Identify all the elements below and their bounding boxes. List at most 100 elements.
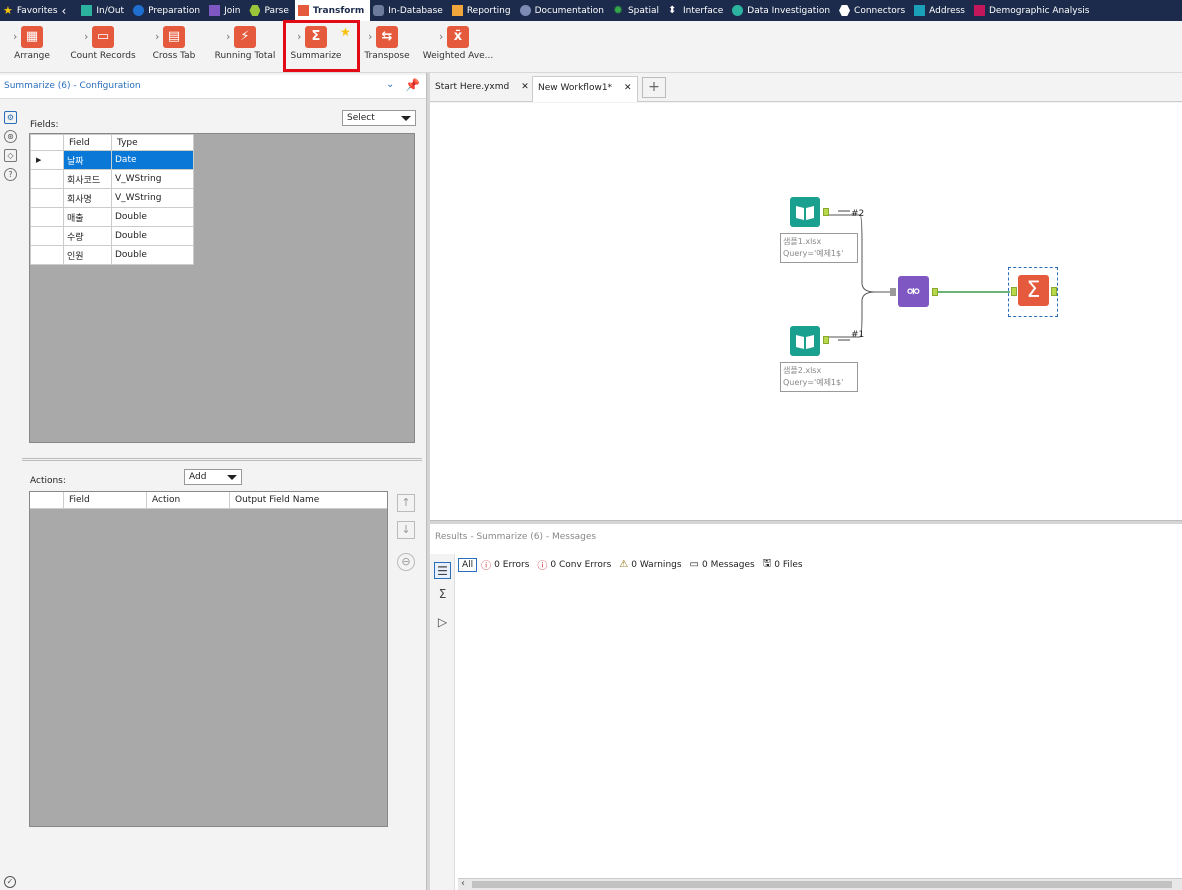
fields-header-row: Field Type <box>30 134 194 151</box>
panel-splitter[interactable] <box>22 458 422 461</box>
close-icon[interactable]: ✕ <box>624 83 632 93</box>
filter-all-button[interactable]: All <box>458 557 478 572</box>
category-transform[interactable]: Transform <box>294 0 371 21</box>
actions-grid: Field Action Output Field Name <box>29 491 388 827</box>
pin-icon[interactable]: 📌 <box>405 78 420 92</box>
input-tool-1[interactable] <box>790 197 820 227</box>
filter-messages[interactable]: ▭ 0 Messages <box>690 559 755 570</box>
filter-files[interactable]: 🖫 0 Files <box>763 556 803 573</box>
summarize-output-anchor[interactable] <box>1051 287 1057 296</box>
fields-grid: Field Type ▶ 날짜 Date 회사코드 V_WString 회사명 … <box>29 133 415 443</box>
file-icon: 🖫 <box>762 558 772 569</box>
report-icon <box>451 5 463 16</box>
tag-shape-icon[interactable]: ▷ <box>434 614 451 631</box>
summarize-input-anchor[interactable] <box>1011 287 1017 296</box>
union-icon: ⚮ <box>906 282 921 301</box>
folder-icon <box>81 5 93 16</box>
tab-new-workflow[interactable]: New Workflow1* ✕ <box>532 76 638 102</box>
category-data-investigation[interactable]: Data Investigation <box>729 0 836 21</box>
message-icon: ▭ <box>689 559 699 570</box>
tool-count-records[interactable]: ▭ Count Records <box>67 24 139 61</box>
input-tool-2[interactable] <box>790 326 820 356</box>
connection-lines <box>825 210 1010 341</box>
fields-label: Fields: <box>30 120 59 130</box>
tool-weighted-average[interactable]: x̄ Weighted Ave... <box>422 24 494 61</box>
move-up-button[interactable]: ↑ <box>397 494 415 512</box>
chevron-down-icon[interactable]: ⌄ <box>386 79 394 90</box>
horizontal-scrollbar[interactable]: ‹ <box>458 878 1182 890</box>
warning-icon: ⚠ <box>619 559 629 570</box>
union-tool[interactable]: ⚮ <box>898 276 929 307</box>
updown-icon: ⬍ <box>667 5 677 16</box>
conv-error-icon: ⓘ <box>537 561 548 572</box>
demographic-icon <box>973 5 985 16</box>
add-dropdown[interactable]: Add <box>184 469 242 485</box>
table-row[interactable]: 매출 Double <box>30 207 194 227</box>
category-address[interactable]: Address <box>911 0 971 21</box>
favorite-star-icon[interactable]: ★ <box>340 25 351 39</box>
table-row[interactable]: 인원 Double <box>30 245 194 265</box>
column-header-type: Type <box>111 134 194 151</box>
union-input-anchor[interactable] <box>890 288 896 296</box>
search-icon <box>732 5 744 16</box>
status-check-icon[interactable]: ✓ <box>4 876 16 888</box>
close-icon[interactable]: ✕ <box>521 82 529 92</box>
summary-sigma-icon[interactable]: Σ <box>434 586 451 603</box>
table-row[interactable]: 회사코드 V_WString <box>30 169 194 189</box>
category-favorites[interactable]: ★ Favorites ‹ <box>0 0 78 21</box>
messages-list-icon[interactable]: ☰ <box>434 562 451 579</box>
square-icon <box>209 5 221 16</box>
category-preparation[interactable]: Preparation <box>130 0 206 21</box>
row-pointer-icon: ▶ <box>30 150 64 170</box>
configuration-title: Summarize (6) - Configuration <box>4 81 141 91</box>
table-row[interactable]: 회사명 V_WString <box>30 188 194 208</box>
scrollbar-thumb[interactable] <box>472 881 1172 888</box>
input-2-annotation: 샘플2.xlsx Query='예제1$' <box>780 362 858 392</box>
scroll-left-icon[interactable]: ‹ <box>461 878 465 889</box>
category-documentation[interactable]: Documentation <box>517 0 610 21</box>
results-filter-bar: All ⓘ 0 Errors ⓘ 0 Conv Errors ⚠ 0 Warni… <box>458 556 811 573</box>
input-anchor-1[interactable] <box>823 208 829 216</box>
category-demographic[interactable]: Demographic Analysis <box>971 0 1095 21</box>
union-output-anchor[interactable] <box>932 288 938 296</box>
category-join[interactable]: Join <box>206 0 246 21</box>
category-inout[interactable]: In/Out <box>78 0 130 21</box>
summarize-tool[interactable]: Σ <box>1018 275 1049 306</box>
move-down-button[interactable]: ↓ <box>397 521 415 539</box>
filter-warnings[interactable]: ⚠ 0 Warnings <box>619 559 681 570</box>
tool-running-total[interactable]: ⚡ Running Total <box>209 24 281 61</box>
gear-icon: ✹ <box>612 3 624 17</box>
filter-conv-errors[interactable]: ⓘ 0 Conv Errors <box>537 557 611 573</box>
cross-tab-icon: ▤ <box>155 26 185 48</box>
remove-button[interactable]: ⊖ <box>397 553 415 571</box>
scroll-left-icon[interactable]: ‹ <box>62 4 67 18</box>
workflow-canvas[interactable]: #2 샘플1.xlsx Query='예제1$' #1 샘플2.xlsx Que… <box>430 103 1182 520</box>
settings-gear-icon[interactable]: ⚙ <box>4 111 17 124</box>
tool-arrange[interactable]: ▦ Arrange <box>0 24 68 61</box>
tab-start-here[interactable]: Start Here.yxmd ✕ <box>430 76 534 102</box>
category-interface[interactable]: ⬍ Interface <box>665 0 729 21</box>
table-row[interactable]: ▶ 날짜 Date <box>30 150 194 170</box>
column-header-field: Field <box>63 134 112 151</box>
tool-cross-tab[interactable]: ▤ Cross Tab <box>138 24 210 61</box>
table-row[interactable]: 수량 Double <box>30 226 194 246</box>
star-icon: ★ <box>3 4 13 17</box>
filter-errors[interactable]: ⓘ 0 Errors <box>481 557 529 573</box>
tag-icon[interactable]: ◇ <box>4 149 17 162</box>
category-bar: ★ Favorites ‹ In/Out Preparation Join Pa… <box>0 0 1182 21</box>
category-spatial[interactable]: ✹ Spatial <box>610 0 665 21</box>
category-reporting[interactable]: Reporting <box>449 0 517 21</box>
add-tab-button[interactable]: + <box>642 77 666 98</box>
category-connectors[interactable]: Connectors <box>836 0 911 21</box>
help-icon[interactable]: ? <box>4 168 17 181</box>
category-in-database[interactable]: In-Database <box>370 0 449 21</box>
sigma-icon: Σ <box>1026 278 1041 303</box>
category-parse[interactable]: Parse <box>246 0 294 21</box>
running-total-icon: ⚡ <box>226 26 256 48</box>
input-anchor-2[interactable] <box>823 336 829 344</box>
select-dropdown[interactable]: Select <box>342 110 416 126</box>
database-icon <box>373 5 385 16</box>
row-header-cell <box>30 134 64 151</box>
connection-icon[interactable]: ⊛ <box>4 130 17 143</box>
tool-transpose[interactable]: ⇆ Transpose <box>351 24 423 61</box>
